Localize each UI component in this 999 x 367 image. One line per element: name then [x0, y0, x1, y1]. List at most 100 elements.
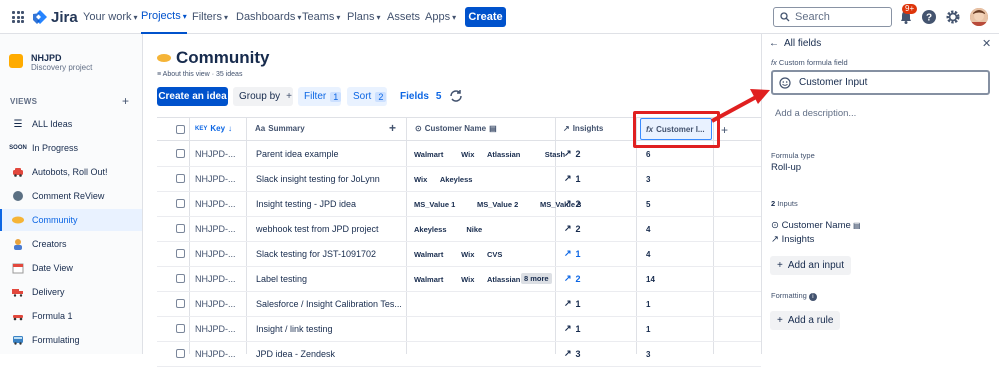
column-header-customer-name[interactable]: ⊙ Customer Name ▤	[415, 124, 497, 133]
row-summary[interactable]: Slack insight testing for JoLynn	[256, 174, 401, 184]
nav-teams[interactable]: Teams ▾	[302, 0, 340, 34]
nav-projects[interactable]: Projects ▾	[141, 0, 187, 34]
create-idea-button[interactable]: Create an idea	[157, 87, 228, 106]
row-insights[interactable]: ↗ 2	[564, 223, 581, 234]
sidebar-item-community[interactable]: Community	[0, 209, 142, 231]
sort-button[interactable]: Sort 2	[347, 87, 387, 106]
project-avatar-icon[interactable]	[9, 54, 23, 68]
row-key[interactable]: NHJPD-...	[195, 149, 243, 159]
field-name-input[interactable]: Customer Input	[771, 70, 990, 95]
row-insights[interactable]: ↗ 2	[564, 148, 581, 159]
row-summary[interactable]: Parent idea example	[256, 149, 401, 159]
row-divider	[157, 166, 761, 167]
row-key[interactable]: NHJPD-...	[195, 299, 243, 309]
row-key[interactable]: NHJPD-...	[195, 199, 243, 209]
column-header-insights[interactable]: ↗ Insights	[563, 124, 603, 133]
sidebar-item-date-view[interactable]: Date View	[0, 257, 142, 279]
sidebar-item-autobots[interactable]: Autobots, Roll Out!	[0, 161, 142, 183]
row-checkbox[interactable]	[176, 299, 185, 308]
row-insights[interactable]: ↗ 2	[564, 273, 581, 284]
row-checkbox[interactable]	[176, 324, 185, 333]
row-summary[interactable]: webhook test from JPD project	[256, 224, 401, 234]
user-avatar[interactable]	[970, 8, 988, 26]
filter-button[interactable]: Filter 1	[298, 87, 342, 106]
fields-label: Fields	[400, 91, 429, 102]
row-checkbox[interactable]	[176, 199, 185, 208]
add-column-icon[interactable]: +	[721, 123, 728, 137]
settings-gear-icon[interactable]	[945, 9, 961, 25]
sidebar-item-delivery[interactable]: Delivery	[0, 281, 142, 303]
nav-assets[interactable]: Assets	[387, 0, 420, 34]
row-key[interactable]: NHJPD-...	[195, 324, 243, 334]
fields-button[interactable]: Fields 5	[394, 87, 441, 106]
nav-dashboards[interactable]: Dashboards ▾	[236, 0, 301, 34]
search-input[interactable]: Search	[773, 7, 892, 27]
description-field[interactable]: Add a description...	[775, 108, 856, 119]
group-by-button[interactable]: Group by +	[233, 87, 293, 106]
formula-type-value[interactable]: Roll-up	[771, 162, 801, 173]
customer-tag: Wix	[461, 275, 475, 284]
jira-logo[interactable]: Jira	[33, 9, 78, 26]
row-divider	[157, 241, 761, 242]
customer-tag: MS_Value 2	[477, 200, 519, 209]
sidebar-item-formulating[interactable]: Formulating	[0, 329, 142, 351]
row-customer-input: 14	[646, 275, 655, 284]
row-checkbox[interactable]	[176, 224, 185, 233]
sidebar-item-formula-1[interactable]: Formula 1	[0, 305, 142, 327]
row-key[interactable]: NHJPD-...	[195, 224, 243, 234]
nav-your-work[interactable]: Your work ▾	[83, 0, 138, 34]
row-insights[interactable]: ↗ 1	[564, 173, 581, 184]
sidebar-item-in-progress[interactable]: SOON In Progress	[0, 137, 142, 159]
sidebar-item-creators[interactable]: Creators	[0, 233, 142, 255]
close-icon[interactable]: ✕	[982, 37, 991, 50]
create-button[interactable]: Create	[465, 7, 506, 27]
sidebar-item-comment-review[interactable]: Comment ReView	[0, 185, 142, 207]
row-key[interactable]: NHJPD-...	[195, 274, 243, 284]
row-summary[interactable]: Insight / link testing	[256, 324, 401, 334]
add-input-button[interactable]: + Add an input	[770, 256, 852, 275]
nav-filters[interactable]: Filters ▾	[192, 0, 228, 34]
row-key[interactable]: NHJPD-...	[195, 349, 243, 359]
row-insights[interactable]: ↗ 1	[564, 248, 581, 259]
customer-tag: Atlassian	[487, 275, 521, 284]
app-switcher-icon[interactable]	[12, 11, 24, 23]
select-field-icon: ⊙	[415, 124, 422, 133]
add-rule-button[interactable]: + Add a rule	[770, 311, 841, 330]
row-key[interactable]: NHJPD-...	[195, 174, 243, 184]
row-checkbox[interactable]	[176, 249, 185, 258]
more-tags-badge[interactable]: 8 more	[521, 273, 552, 284]
row-summary[interactable]: Slack testing for JST-1091702	[256, 249, 401, 259]
about-view[interactable]: ≡ About this view · 35 ideas	[157, 71, 242, 78]
nav-apps[interactable]: Apps ▾	[425, 0, 456, 34]
add-view-icon[interactable]: +	[122, 94, 129, 108]
row-checkbox[interactable]	[176, 174, 185, 183]
info-icon[interactable]: i	[808, 293, 817, 301]
help-icon[interactable]: ?	[921, 9, 937, 25]
row-checkbox[interactable]	[176, 274, 185, 283]
autosave-sync-icon[interactable]	[448, 88, 464, 104]
column-header-summary[interactable]: Aa Summary	[255, 124, 305, 133]
row-insights[interactable]: ↗ 1	[564, 298, 581, 309]
project-name[interactable]: NHJPD	[31, 53, 62, 63]
arrow-left-icon: ←	[769, 38, 779, 49]
row-insights[interactable]: ↗ 1	[564, 323, 581, 334]
row-summary[interactable]: Label testing	[256, 274, 401, 284]
add-field-icon[interactable]: +	[389, 121, 396, 135]
select-all-checkbox[interactable]	[176, 125, 185, 134]
sidebar-item-all-ideas[interactable]: ☰ ALL Ideas	[0, 113, 142, 135]
jira-logo-text: Jira	[51, 9, 78, 26]
input-item-customer-name[interactable]: ⊙ Customer Name ▤	[771, 220, 861, 231]
row-summary[interactable]: Insight testing - JPD idea	[256, 199, 401, 209]
row-summary[interactable]: Salesforce / Insight Calibration Tes...	[256, 299, 401, 309]
input-item-insights[interactable]: ↗ Insights	[771, 234, 814, 245]
row-checkbox[interactable]	[176, 149, 185, 158]
row-insights[interactable]: ↗ 2	[564, 198, 581, 209]
row-summary[interactable]: JPD idea - Zendesk	[256, 349, 401, 359]
column-header-key[interactable]: KEY Key ↓	[195, 124, 232, 133]
nav-plans[interactable]: Plans ▾	[347, 0, 381, 34]
page-title[interactable]: Community	[176, 48, 270, 68]
sidebar-item-label: Delivery	[32, 287, 65, 297]
bus-icon	[12, 334, 24, 346]
back-to-all-fields[interactable]: ← All fields	[769, 38, 821, 49]
row-key[interactable]: NHJPD-...	[195, 249, 243, 259]
